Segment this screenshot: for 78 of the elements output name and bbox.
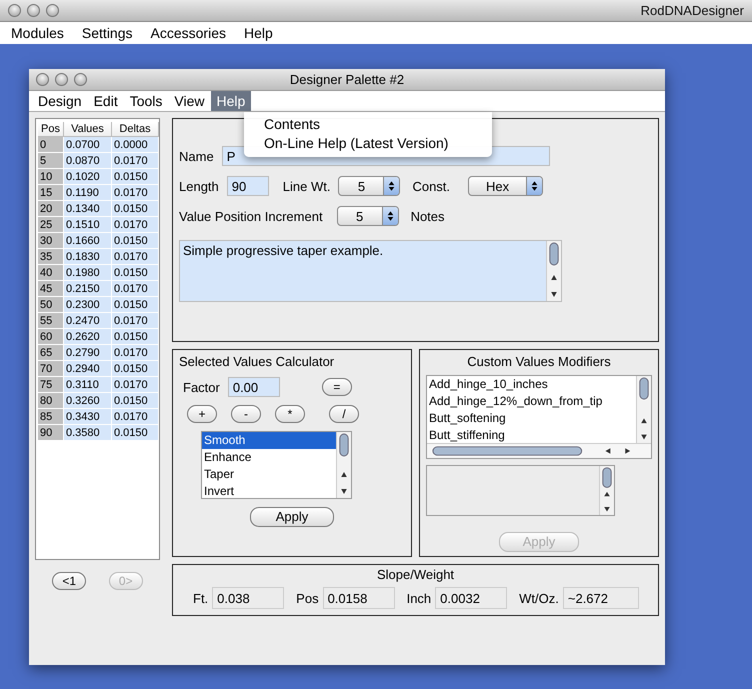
table-cell: 0.0150 <box>112 425 159 441</box>
table-cell: 0.0150 <box>112 393 159 409</box>
readout-field: 0.0032 <box>435 587 508 609</box>
table-cell: 0.2150 <box>64 281 112 297</box>
table-cell: 0.2470 <box>64 313 112 329</box>
table-cell: 0.1660 <box>64 233 112 249</box>
table-cell: 0.2940 <box>64 361 112 377</box>
readout-field: ~2.672 <box>562 587 639 609</box>
table-cell: 0.0150 <box>112 297 159 313</box>
table-cell: 25 <box>38 217 64 233</box>
table-cell: 70 <box>38 361 64 377</box>
table-cell: 55 <box>38 313 64 329</box>
table-cell: 5 <box>38 153 64 169</box>
table-cell: 0.0150 <box>112 361 159 377</box>
table-cell: 0.3430 <box>64 409 112 425</box>
table-cell: 35 <box>38 249 64 265</box>
readout-field: 0.038 <box>212 587 284 609</box>
table-cell: 0.2300 <box>64 297 112 313</box>
table-cell: 0.0170 <box>112 217 159 233</box>
table-cell: 0.1980 <box>64 265 112 281</box>
table-cell: 90 <box>38 425 64 441</box>
table-cell: 10 <box>38 169 64 185</box>
table-cell: 30 <box>38 233 64 249</box>
table-cell: 20 <box>38 201 64 217</box>
window-title: Designer Palette #2 <box>288 72 406 87</box>
table-cell: 0.0170 <box>112 313 159 329</box>
field-label: Wt/Oz. <box>519 590 559 606</box>
table-cell: 75 <box>38 377 64 393</box>
table-cell: 0.0170 <box>112 249 159 265</box>
table-cell: 0.0150 <box>112 201 159 217</box>
table-cell: 0.2620 <box>64 329 112 345</box>
table-cell: 0.1020 <box>64 169 112 185</box>
table-cell: 0.0170 <box>112 185 159 201</box>
panel-title: Selected Values Calculator <box>179 354 334 369</box>
table-cell: 0.1340 <box>64 201 112 217</box>
field-label: Line Wt. <box>282 178 330 194</box>
table-cell: 0.0170 <box>112 377 159 393</box>
table-cell: 0.0170 <box>112 409 159 425</box>
table-cell: 0.0150 <box>112 329 159 345</box>
table-cell: 0.1510 <box>64 217 112 233</box>
table-cell: 40 <box>38 265 64 281</box>
field-label: Const. <box>412 178 450 194</box>
table-cell: 0.2790 <box>64 345 112 361</box>
table-cell: 0.0150 <box>112 265 159 281</box>
table-cell: 0.0170 <box>112 345 159 361</box>
table-cell: 0.0170 <box>112 153 159 169</box>
table-cell: 0.1830 <box>64 249 112 265</box>
notes-text: Simple progressive taper example. <box>182 242 384 260</box>
table-cell: 60 <box>38 329 64 345</box>
field-label: Ft. <box>193 590 208 606</box>
table-cell: 0.0150 <box>112 169 159 185</box>
field-label: Value Position Increment <box>179 208 323 224</box>
table-cell: 0.0150 <box>112 233 159 249</box>
app-title: RodDNADesigner <box>640 3 744 18</box>
field-label: Pos <box>296 590 319 606</box>
field-label: Name <box>179 148 214 164</box>
panel-title: Custom Values Modifiers <box>467 354 611 369</box>
field-label: Notes <box>410 208 445 224</box>
table-cell: 65 <box>38 345 64 361</box>
field-label: Inch <box>406 590 432 606</box>
table-cell: 15 <box>38 185 64 201</box>
table-cell: 80 <box>38 393 64 409</box>
table-cell: 0.3260 <box>64 393 112 409</box>
table-cell: 85 <box>38 409 64 425</box>
table-cell: 0.0000 <box>112 137 159 153</box>
table-cell: 45 <box>38 281 64 297</box>
table-cell: 0.0700 <box>64 137 112 153</box>
table-cell: 0.1190 <box>64 185 112 201</box>
table-cell: 0.3580 <box>64 425 112 441</box>
table-cell: 0 <box>38 137 64 153</box>
panel-title: Slope/Weight <box>376 567 454 582</box>
table-cell: 0.0870 <box>64 153 112 169</box>
table-cell: 0.0170 <box>112 281 159 297</box>
field-label: Length <box>179 178 219 194</box>
table-cell: 0.3110 <box>64 377 112 393</box>
table-cell: 50 <box>38 297 64 313</box>
readout-field: 0.0158 <box>322 587 395 609</box>
field-label: Factor <box>183 380 220 394</box>
